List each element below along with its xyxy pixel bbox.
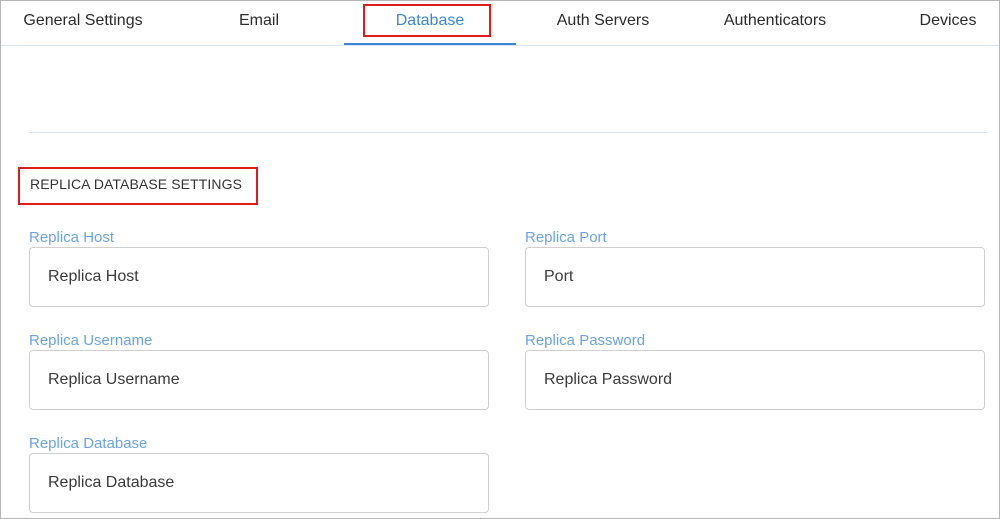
tab-auth-servers[interactable]: Auth Servers — [541, 1, 665, 45]
section-title-highlight — [18, 167, 258, 205]
replica-database-label: Replica Database — [29, 435, 148, 452]
replica-port-label: Replica Port — [525, 229, 607, 246]
replica-host-input[interactable] — [29, 247, 489, 307]
replica-username-label: Replica Username — [29, 332, 153, 349]
database-tab-highlight — [363, 4, 491, 37]
settings-tab-bar: General Settings Email Database Auth Ser… — [1, 1, 999, 46]
tab-email[interactable]: Email — [219, 1, 299, 45]
replica-database-input[interactable] — [29, 453, 489, 513]
replica-username-input[interactable] — [29, 350, 489, 410]
section-divider — [29, 132, 987, 133]
settings-panel: General Settings Email Database Auth Ser… — [0, 0, 1000, 519]
replica-password-label: Replica Password — [525, 332, 646, 349]
replica-port-input[interactable] — [525, 247, 985, 307]
tab-devices[interactable]: Devices — [907, 1, 989, 45]
tab-general-settings[interactable]: General Settings — [19, 1, 147, 45]
replica-host-label: Replica Host — [29, 229, 115, 246]
tab-authenticators[interactable]: Authenticators — [705, 1, 845, 45]
replica-password-input[interactable] — [525, 350, 985, 410]
